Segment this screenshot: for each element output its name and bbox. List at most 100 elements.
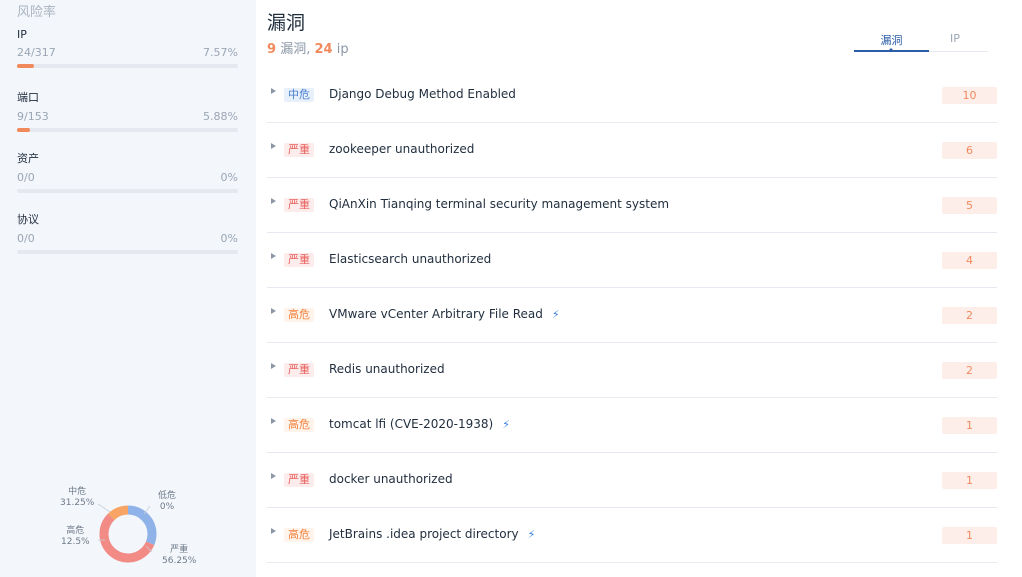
metric-label: IP <box>17 28 27 41</box>
severity-badge: 严重 <box>284 198 314 212</box>
risk-rate-title: 风险率 <box>17 5 57 20</box>
expand-caret-icon[interactable] <box>271 308 276 314</box>
tab-vulnerabilities[interactable]: 漏洞 <box>854 32 929 52</box>
vuln-row[interactable]: 严重 docker unauthorized 1 <box>267 453 997 508</box>
metric-percent: 7.57% <box>203 46 238 59</box>
expand-caret-icon[interactable] <box>271 198 276 204</box>
vuln-name-wrap: zookeeper unauthorized <box>329 142 474 156</box>
vulnerability-list: 中危 Django Debug Method Enabled 10 严重 zookeep… <box>267 68 997 563</box>
severity-badge: 严重 <box>284 363 314 377</box>
metric-values: 24/317 7.57% <box>17 46 238 59</box>
vuln-row[interactable]: 高危 JetBrains .idea project directory ⚡︎ 1 <box>267 508 997 563</box>
expand-caret-icon[interactable] <box>271 418 276 424</box>
vuln-row[interactable]: 严重 Redis unauthorized 2 <box>267 343 997 398</box>
metric-values: 9/153 5.88% <box>17 110 238 123</box>
metric-label: 协议 <box>17 213 39 226</box>
expand-caret-icon[interactable] <box>271 143 276 149</box>
metric-2: 资产 0/0 0% <box>17 150 238 193</box>
vuln-row[interactable]: 严重 zookeeper unauthorized 6 <box>267 123 997 178</box>
severity-badge: 高危 <box>284 418 314 432</box>
expand-caret-icon[interactable] <box>271 363 276 369</box>
vuln-count-badge: 2 <box>942 362 997 379</box>
vuln-count-badge: 4 <box>942 252 997 269</box>
vuln-name: Elasticsearch unauthorized <box>329 252 492 266</box>
vuln-name: VMware vCenter Arbitrary File Read <box>329 307 543 321</box>
vuln-name: zookeeper unauthorized <box>329 142 475 156</box>
vuln-name: tomcat lfi (CVE-2020-1938) <box>329 417 494 431</box>
vuln-count-badge: 1 <box>942 472 997 489</box>
metric-percent: 0% <box>220 232 238 245</box>
vuln-count-label: 漏洞, <box>280 42 311 57</box>
vuln-name-wrap: JetBrains .idea project directory ⚡︎ <box>329 527 535 541</box>
vuln-name-wrap: Elasticsearch unauthorized <box>329 252 491 266</box>
severity-badge: 高危 <box>284 528 314 542</box>
metric-values: 0/0 0% <box>17 171 238 184</box>
vuln-summary: 9 漏洞, 24 ip <box>267 38 349 57</box>
donut-label-low: 低危 0% <box>158 491 177 512</box>
vuln-name-wrap: tomcat lfi (CVE-2020-1938) ⚡︎ <box>329 417 510 431</box>
severity-badge: 中危 <box>284 88 314 102</box>
expand-caret-icon[interactable] <box>271 253 276 259</box>
severity-badge: 严重 <box>284 143 314 157</box>
vuln-row[interactable]: 中危 Django Debug Method Enabled 10 <box>267 68 997 123</box>
vuln-row[interactable]: 严重 Elasticsearch unauthorized 4 <box>267 233 997 288</box>
metric-progress-bar <box>17 128 238 132</box>
vuln-name-wrap: Redis unauthorized <box>329 362 445 376</box>
metric-progress-bar <box>17 250 238 254</box>
vuln-count: 9 <box>267 42 277 57</box>
severity-donut-chart: 中危 31.25% 低危 0% 严重 56.25% 高危 12.5% <box>58 482 218 577</box>
vuln-count-badge: 6 <box>942 142 997 159</box>
expand-caret-icon[interactable] <box>271 473 276 479</box>
vuln-count-badge: 5 <box>942 197 997 214</box>
vuln-name: QiAnXin Tianqing terminal security manag… <box>329 197 670 211</box>
ip-count-label: ip <box>336 42 349 57</box>
vuln-row[interactable]: 高危 VMware vCenter Arbitrary File Read ⚡︎ 2 <box>267 288 997 343</box>
metric-1: 端口 9/153 5.88% <box>17 89 238 132</box>
vuln-name-wrap: Django Debug Method Enabled <box>329 87 516 101</box>
expand-caret-icon[interactable] <box>271 88 276 94</box>
metric-progress-bar <box>17 189 238 193</box>
tab-ip[interactable]: IP <box>950 32 960 45</box>
vuln-count-badge: 10 <box>942 87 997 104</box>
vuln-row[interactable]: 严重 QiAnXin Tianqing terminal security man… <box>267 178 997 233</box>
metric-label: 资产 <box>17 152 39 165</box>
exploit-bolt-icon: ⚡︎ <box>551 308 560 321</box>
vuln-name-wrap: docker unauthorized <box>329 472 453 486</box>
metric-progress-fill <box>17 128 30 132</box>
vuln-name: JetBrains .idea project directory <box>329 527 519 541</box>
risk-rate-panel: 风险率 IP 24/317 7.57% 端口 9/153 5.88% 资产 0/0 0% 协议 0/… <box>0 0 256 577</box>
severity-badge: 高危 <box>284 308 314 322</box>
ip-count: 24 <box>314 42 333 57</box>
metric-fraction: 9/153 <box>17 110 49 123</box>
donut-leader-line-0 <box>97 503 111 513</box>
metric-progress-fill <box>17 64 34 68</box>
exploit-bolt-icon: ⚡︎ <box>502 418 510 431</box>
metric-fraction: 24/317 <box>17 46 56 59</box>
vulnerability-panel: 漏洞 9 漏洞, 24 ip 漏洞 IP 中危 Django Debug Meth… <box>256 0 1022 577</box>
metric-values: 0/0 0% <box>17 232 238 245</box>
severity-badge: 严重 <box>284 253 314 267</box>
expand-caret-icon[interactable] <box>271 528 276 534</box>
severity-badge: 严重 <box>284 473 314 487</box>
vuln-name: Django Debug Method Enabled <box>329 87 516 101</box>
vuln-count-badge: 1 <box>942 527 997 544</box>
metric-percent: 5.88% <box>203 110 238 123</box>
metric-percent: 0% <box>220 171 238 184</box>
metric-fraction: 0/0 <box>17 232 35 245</box>
metric-fraction: 0/0 <box>17 171 35 184</box>
vuln-row[interactable]: 高危 tomcat lfi (CVE-2020-1938) ⚡︎ 1 <box>267 398 997 453</box>
vuln-count-badge: 1 <box>942 417 997 434</box>
donut-label-medium: 中危 31.25% <box>60 487 95 508</box>
metric-3: 协议 0/0 0% <box>17 211 238 254</box>
metric-progress-bar <box>17 64 238 68</box>
page-title: 漏洞 <box>267 12 306 34</box>
exploit-bolt-icon: ⚡︎ <box>527 528 536 541</box>
donut-label-critical: 严重 56.25% <box>162 545 197 566</box>
vuln-name-wrap: VMware vCenter Arbitrary File Read ⚡︎ <box>329 307 560 321</box>
view-tabs: 漏洞 IP <box>854 32 988 52</box>
vuln-count-badge: 2 <box>942 307 997 324</box>
vuln-name: docker unauthorized <box>329 472 453 486</box>
vuln-name: Redis unauthorized <box>329 362 445 376</box>
vuln-name-wrap: QiAnXin Tianqing terminal security manag… <box>329 197 669 211</box>
metric-label: 端口 <box>17 91 39 104</box>
